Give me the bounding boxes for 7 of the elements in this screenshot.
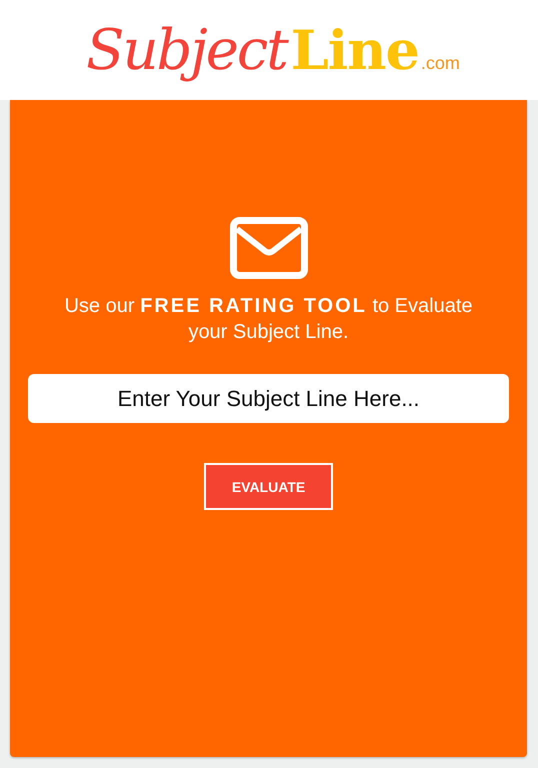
intro-text: Use our FREE RATING TOOL to Evaluate your Subject Line.	[63, 294, 474, 345]
envelope-icon	[230, 217, 308, 279]
logo-domain-text: .com	[420, 52, 460, 74]
subject-line-field[interactable]: Enter Your Subject Line Here...	[28, 374, 509, 423]
evaluate-button[interactable]: EVALUATE	[204, 463, 333, 510]
logo-script-text: Subject	[86, 18, 287, 82]
logo-bold-text: Line	[290, 18, 419, 82]
